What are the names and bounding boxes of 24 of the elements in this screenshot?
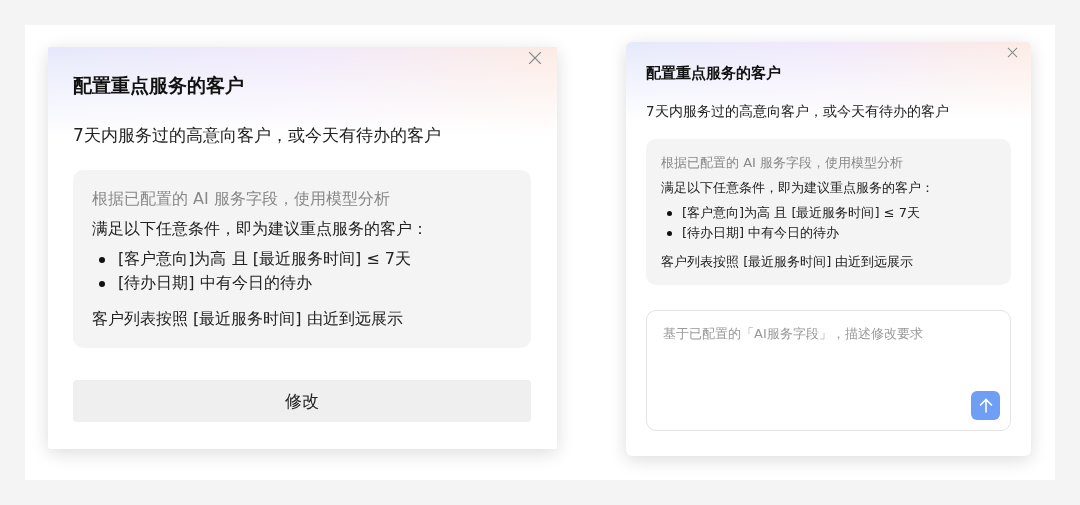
send-button[interactable] [971, 391, 1000, 420]
arrow-up-icon [978, 398, 993, 413]
edit-button[interactable]: 修改 [73, 380, 531, 422]
sorting-text: 客户列表按照 [最近服务时间] 由近到远展示 [661, 253, 915, 271]
condition-lead: 满足以下任意条件，即为建议重点服务的客户： [661, 179, 935, 197]
condition-text: [待办日期] 中有今日的待办 [682, 224, 840, 242]
bullet-icon [667, 230, 672, 236]
bullet-icon [99, 256, 105, 263]
bullet-icon [667, 210, 672, 216]
condition-text: [待办日期] 中有今日的待办 [118, 273, 312, 294]
close-icon[interactable] [1007, 47, 1018, 58]
close-icon[interactable] [528, 51, 542, 65]
bullet-icon [99, 280, 105, 287]
analysis-note: 根据已配置的 AI 服务字段，使用模型分析 [92, 189, 391, 210]
dialog-subtitle: 7天内服务过的高意向客户，或今天有待办的客户 [73, 124, 442, 147]
condition-lead: 满足以下任意条件，即为建议重点服务的客户： [92, 219, 429, 240]
dialog-subtitle: 7天内服务过的高意向客户，或今天有待办的客户 [646, 103, 950, 121]
dialog-title: 配置重点服务的客户 [646, 64, 782, 83]
sorting-text: 客户列表按照 [最近服务时间] 由近到远展示 [92, 309, 404, 330]
prompt-field[interactable]: 基于已配置的「AI服务字段」，描述修改要求 [663, 325, 994, 355]
condition-text: [客户意向]为高 且 [最近服务时间] ≤ 7天 [682, 204, 920, 222]
condition-text: [客户意向]为高 且 [最近服务时间] ≤ 7天 [118, 249, 411, 270]
dialog-title: 配置重点服务的客户 [73, 73, 245, 98]
analysis-note: 根据已配置的 AI 服务字段，使用模型分析 [661, 154, 904, 172]
